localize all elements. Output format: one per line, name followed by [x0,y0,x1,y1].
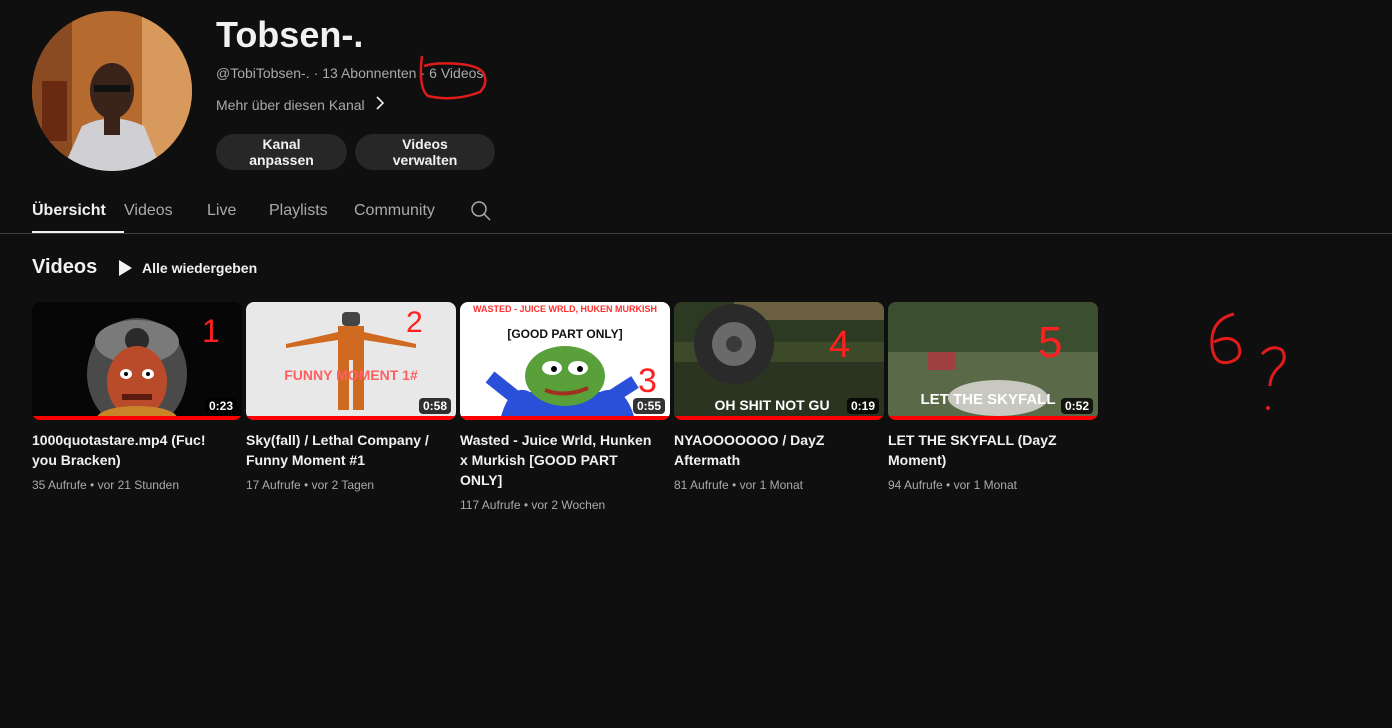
video-card[interactable]: 1 0:23 1000quotastare.mp4 (Fuc! you Brac… [32,302,242,492]
video-duration: 0:19 [846,398,879,414]
video-meta: 81 Aufrufe • vor 1 Monat [674,478,803,492]
upload-age: vor 2 Tagen [311,478,375,492]
tab-overview[interactable]: Übersicht [32,190,124,233]
meta-separator: · [313,65,319,81]
video-card[interactable]: LET THE SKYFALL 5 0:52 LET THE SKYFALL (… [888,302,1098,492]
channel-tabs: Übersicht Videos Live Playlists Communit… [32,190,491,234]
annotation-number: 3 [638,362,657,400]
thumbnail-text: [GOOD PART ONLY] [507,327,622,341]
video-duration: 0:23 [204,398,237,414]
view-count: 94 Aufrufe [888,478,943,492]
view-count: 81 Aufrufe [674,478,729,492]
video-title[interactable]: 1000quotastare.mp4 (Fuc! you Bracken) [32,430,232,470]
watch-progress-bar [32,416,242,420]
thumbnail-text: FUNNY MOMENT 1# [284,367,418,383]
watch-progress-bar [460,416,670,420]
tab-playlists[interactable]: Playlists [269,190,354,232]
video-duration: 0:58 [418,398,451,414]
upload-age: vor 21 Stunden [97,478,179,492]
view-count: 117 Aufrufe [460,498,521,512]
customize-channel-button[interactable]: Kanal anpassen [216,134,347,170]
upload-age: vor 2 Wochen [531,498,606,512]
video-card[interactable]: WASTED - JUICE WRLD, HUKEN MURKISH [GOOD… [460,302,670,512]
upload-age: vor 1 Monat [953,478,1017,492]
annotation-number: 5 [1038,318,1062,367]
video-thumbnail[interactable]: WASTED - JUICE WRLD, HUKEN MURKISH [GOOD… [460,302,670,420]
video-meta: 117 Aufrufe • vor 2 Wochen [460,498,606,512]
tab-community[interactable]: Community [354,190,464,232]
tab-label: Live [207,202,237,219]
annotation-number: 4 [829,324,850,366]
more-about-channel-link[interactable]: Mehr über diesen Kanal [216,96,385,113]
more-about-label: Mehr über diesen Kanal [216,96,365,113]
video-card[interactable]: OH SHIT NOT GU 4 0:19 NYAOOOOOOO / DayZ … [674,302,884,492]
manage-videos-button[interactable]: Videos verwalten [355,134,495,170]
watch-progress-bar [246,416,456,420]
tab-label: Videos [124,202,173,219]
video-meta: 35 Aufrufe • vor 21 Stunden [32,478,179,492]
tab-videos[interactable]: Videos [124,190,207,232]
tab-label: Playlists [269,202,328,219]
channel-meta: @TobiTobsen-. · 13 Abonnenten · 6 Videos [216,65,483,81]
channel-name: Tobsen-. [216,14,364,55]
channel-avatar[interactable] [32,11,192,171]
thumbnail-text: LET THE SKYFALL [921,391,1056,408]
play-icon [119,260,132,276]
video-count: 6 Videos [429,65,484,81]
channel-handle: @TobiTobsen-. [216,65,310,81]
play-all-button[interactable]: Alle wiedergeben [116,256,257,280]
tabs-divider [0,233,1392,234]
chevron-right-icon [375,96,385,113]
video-duration: 0:52 [1060,398,1093,414]
tab-label: Community [354,202,435,219]
tab-label: Übersicht [32,202,106,219]
video-title[interactable]: Sky(fall) / Lethal Company / Funny Momen… [246,430,446,470]
avatar-image [32,11,192,171]
annotation-question [1210,312,1286,410]
search-icon[interactable] [470,200,492,222]
watch-progress-bar [674,416,884,420]
video-card[interactable]: FUNNY MOMENT 1# 2 0:58 Sky(fall) / Letha… [246,302,456,492]
annotation-number: 1 [202,313,220,349]
video-duration: 0:55 [632,398,665,414]
section-title: Videos [32,256,98,278]
video-title[interactable]: Wasted - Juice Wrld, Hunken x Murkish [G… [460,430,660,490]
video-thumbnail[interactable]: LET THE SKYFALL 5 0:52 [888,302,1098,420]
video-thumbnail[interactable]: FUNNY MOMENT 1# 2 0:58 [246,302,456,420]
annotation-number: 2 [406,306,423,339]
video-thumbnail[interactable]: OH SHIT NOT GU 4 0:19 [674,302,884,420]
subscriber-count: 13 Abonnenten [322,65,417,81]
channel-page: Tobsen-. @TobiTobsen-. · 13 Abonnenten · 6 V… [0,0,1392,728]
video-thumbnail[interactable]: 1 0:23 [32,302,242,420]
video-meta: 94 Aufrufe • vor 1 Monat [888,478,1017,492]
upload-age: vor 1 Monat [739,478,803,492]
play-all-label: Alle wiedergeben [142,260,258,276]
thumbnail-text: WASTED - JUICE WRLD, HUKEN MURKISH [473,304,657,314]
view-count: 35 Aufrufe [32,478,87,492]
watch-progress-bar [888,416,1098,420]
view-count: 17 Aufrufe [246,478,301,492]
video-meta: 17 Aufrufe • vor 2 Tagen [246,478,375,492]
tab-live[interactable]: Live [207,190,269,232]
video-title[interactable]: NYAOOOOOOO / DayZ Aftermath [674,430,874,470]
thumbnail-text: OH SHIT NOT GU [714,397,829,413]
meta-separator: · [420,65,426,81]
video-title[interactable]: LET THE SKYFALL (DayZ Moment) [888,430,1088,470]
